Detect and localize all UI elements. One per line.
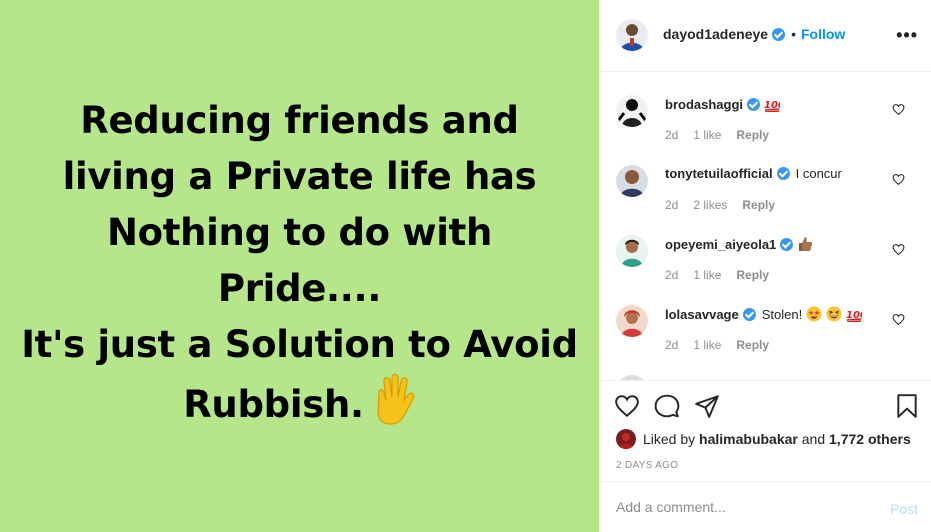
- avatar[interactable]: [616, 235, 648, 267]
- post-text-line: Pride....: [217, 267, 382, 310]
- hundred-points-icon: 100: [764, 96, 785, 113]
- verified-badge-icon: [747, 97, 761, 111]
- separator-dot: •: [791, 26, 796, 42]
- comment-likes[interactable]: 1 like: [693, 268, 721, 282]
- grinning-squinting-icon: [826, 306, 842, 322]
- liked-by-others[interactable]: 1,772 others: [829, 431, 911, 447]
- comment-author: brodashaggi 100: [665, 96, 785, 113]
- reply-button[interactable]: Reply: [736, 128, 769, 142]
- comment-meta: 2d 1 like Reply: [665, 338, 769, 352]
- comment-text: Stolen!: [761, 306, 803, 322]
- comment-username[interactable]: lolasavvage: [665, 307, 739, 322]
- comment-author: lolasavvage Stolen! 100: [665, 306, 867, 323]
- verified-badge-icon: [772, 27, 786, 41]
- like-comment-icon[interactable]: [892, 103, 905, 116]
- liker-avatar[interactable]: [616, 429, 636, 449]
- comment-username[interactable]: tonytetuilaofficial: [665, 166, 773, 181]
- avatar[interactable]: [616, 95, 648, 127]
- comment-likes[interactable]: 1 like: [693, 128, 721, 142]
- raised-hand-icon: [370, 373, 416, 441]
- owner-username[interactable]: dayod1adeneye: [663, 26, 768, 42]
- liked-by: Liked by halimabubakar and 1,772 others: [616, 429, 911, 449]
- post-image: Reducing friends and living a Private li…: [0, 0, 599, 532]
- post-timestamp[interactable]: 2 DAYS AGO: [616, 460, 678, 471]
- comment-author: tonytetuilaofficial I concur: [665, 166, 842, 181]
- post-owner: dayod1adeneye • Follow: [663, 26, 845, 42]
- comments-list[interactable]: brodashaggi 100 2d 1 like Reply tonytetu…: [600, 73, 931, 380]
- comment-age[interactable]: 2d: [665, 128, 678, 142]
- like-comment-icon[interactable]: [892, 313, 905, 326]
- post-text-line: Rubbish.: [183, 383, 364, 426]
- comment-item-partial: [600, 353, 931, 380]
- follow-button[interactable]: Follow: [801, 26, 845, 42]
- avatar[interactable]: [616, 19, 648, 51]
- comment-username[interactable]: opeyemi_aiyeola1: [665, 237, 776, 252]
- comment-likes[interactable]: 2 likes: [693, 198, 727, 212]
- post-header: dayod1adeneye • Follow •••: [600, 0, 931, 72]
- reply-button[interactable]: Reply: [736, 338, 769, 352]
- like-heart-icon[interactable]: [614, 393, 640, 419]
- verified-badge-icon: [780, 237, 794, 251]
- comment-age[interactable]: 2d: [665, 338, 678, 352]
- verified-badge-icon: [742, 307, 756, 321]
- comment-item: opeyemi_aiyeola1 2d 1 like Reply: [600, 213, 931, 283]
- comment-item: lolasavvage Stolen! 100 2d 1 like Reply: [600, 283, 931, 353]
- post-text-line: Nothing to do with: [106, 211, 493, 254]
- post-actions: Liked by halimabubakar and 1,772 others …: [600, 380, 931, 481]
- post-text-line: Reducing friends and: [80, 99, 519, 142]
- avatar[interactable]: [616, 305, 648, 337]
- liked-by-prefix: Liked by: [643, 431, 696, 447]
- liked-by-user[interactable]: halimabubakar: [699, 431, 798, 447]
- comment-age[interactable]: 2d: [665, 198, 678, 212]
- comment-meta: 2d 2 likes Reply: [665, 198, 775, 212]
- post-text-line-last: Rubbish.: [0, 373, 599, 441]
- reply-button[interactable]: Reply: [736, 268, 769, 282]
- post-text-line: It's just a Solution to Avoid: [21, 323, 578, 366]
- comment-username[interactable]: brodashaggi: [665, 97, 743, 112]
- avatar[interactable]: [616, 165, 648, 197]
- comment-meta: 2d 1 like Reply: [665, 268, 769, 282]
- comment-meta: 2d 1 like Reply: [665, 128, 769, 142]
- comment-item: tonytetuilaofficial I concur 2d 2 likes …: [600, 143, 931, 213]
- add-comment-input[interactable]: [616, 496, 876, 518]
- save-bookmark-icon[interactable]: [894, 393, 920, 419]
- share-paper-plane-icon[interactable]: [694, 393, 720, 419]
- verified-badge-icon: [776, 167, 790, 180]
- star-struck-icon: [806, 306, 822, 322]
- post-side-panel: dayod1adeneye • Follow ••• brodashaggi 1…: [599, 0, 931, 532]
- post-text-line: living a Private life has: [62, 155, 537, 198]
- thumbs-up-icon: [797, 236, 813, 252]
- comment-bubble-icon[interactable]: [654, 393, 680, 419]
- comment-text: I concur: [795, 166, 842, 181]
- like-comment-icon[interactable]: [892, 173, 905, 186]
- comment-age[interactable]: 2d: [665, 268, 678, 282]
- comment-item: brodashaggi 100 2d 1 like Reply: [600, 73, 931, 143]
- post-caption-image-text: Reducing friends and living a Private li…: [0, 93, 599, 441]
- hundred-points-icon: 100: [846, 306, 867, 323]
- comment-author: opeyemi_aiyeola1: [665, 236, 813, 252]
- like-comment-icon[interactable]: [892, 243, 905, 256]
- more-options-icon[interactable]: •••: [896, 26, 918, 44]
- reply-button[interactable]: Reply: [742, 198, 775, 212]
- post-comment-button[interactable]: Post: [890, 501, 918, 517]
- liked-by-and: and: [801, 431, 826, 447]
- add-comment-bar: Post: [600, 481, 931, 532]
- comment-likes[interactable]: 1 like: [693, 338, 721, 352]
